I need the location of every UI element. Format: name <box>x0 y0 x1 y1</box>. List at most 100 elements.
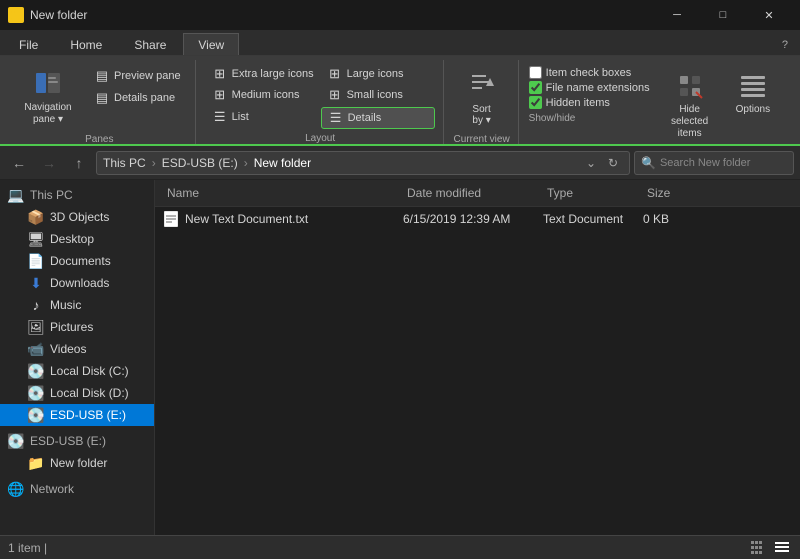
list-label: List <box>232 111 249 123</box>
options-button[interactable]: Options <box>730 66 776 144</box>
sidebar-item-this-pc[interactable]: 💻 This PC <box>0 184 154 206</box>
details-button[interactable]: ☰ Details <box>321 107 435 129</box>
status-bar: 1 item | <box>0 535 800 559</box>
file-name-extensions-row[interactable]: File name extensions <box>529 81 650 94</box>
hide-selected-items-icon <box>674 70 706 102</box>
breadcrumb-sep-2: › <box>244 156 248 170</box>
maximize-button[interactable]: □ <box>700 0 746 30</box>
esd-usb-e-label: ESD-USB (E:) <box>50 408 126 422</box>
address-bar[interactable]: This PC › ESD-USB (E:) › New folder ⌄ ↻ <box>96 151 630 175</box>
address-refresh-icon[interactable]: ↻ <box>603 153 623 173</box>
documents-label: Documents <box>50 254 111 268</box>
hide-selected-items-button[interactable]: Hide selected items <box>654 66 726 144</box>
details-view-button[interactable] <box>772 538 792 558</box>
preview-pane-button[interactable]: ▤ Preview pane <box>88 66 187 86</box>
column-type[interactable]: Type <box>543 184 643 202</box>
sidebar-item-network[interactable]: 🌐 Network <box>0 478 154 500</box>
hidden-items-checkbox[interactable] <box>529 96 542 109</box>
file-name-extensions-checkbox[interactable] <box>529 81 542 94</box>
list-icon: ☰ <box>212 109 228 125</box>
column-name[interactable]: Name <box>163 184 403 202</box>
desktop-icon: 🖥 <box>28 231 44 247</box>
small-icons-icon: ⊞ <box>327 87 343 103</box>
list-button[interactable]: ☰ List <box>206 107 320 127</box>
current-view-group-label: Current view <box>454 134 510 145</box>
small-icons-button[interactable]: ⊞ Small icons <box>321 85 435 105</box>
list-view-button[interactable] <box>748 538 768 558</box>
help-icon[interactable]: ? <box>774 35 796 55</box>
videos-label: Videos <box>50 342 86 356</box>
show-hide-checkboxes: Item check boxes File name extensions Hi… <box>529 64 650 109</box>
column-size[interactable]: Size <box>643 184 703 202</box>
breadcrumb-sep-1: › <box>152 156 156 170</box>
this-pc-label: This PC <box>30 188 73 202</box>
large-icons-button[interactable]: ⊞ Large icons <box>321 64 435 84</box>
tab-view[interactable]: View <box>183 33 239 55</box>
navigation-pane-button[interactable]: Navigation pane ▾ <box>12 64 84 130</box>
sidebar-item-downloads[interactable]: ⬇ Downloads <box>0 272 154 294</box>
medium-icons-button[interactable]: ⊞ Medium icons <box>206 85 320 105</box>
details-icon: ☰ <box>328 110 344 126</box>
preview-pane-label: Preview pane <box>114 70 181 82</box>
videos-icon: 📹 <box>28 341 44 357</box>
ribbon-view: Navigation pane ▾ ▤ Preview pane ▤ Detai… <box>0 56 800 146</box>
file-row-new-text-document[interactable]: New Text Document.txt 6/15/2019 12:39 AM… <box>155 207 800 232</box>
window-icon <box>8 7 24 23</box>
tab-share[interactable]: Share <box>119 33 181 55</box>
navigation-pane-icon <box>32 68 64 100</box>
panes-content: Navigation pane ▾ ▤ Preview pane ▤ Detai… <box>12 64 187 130</box>
esd-usb-section-icon: 💽 <box>8 433 24 449</box>
layout-group-label: Layout <box>305 133 335 144</box>
ribbon-group-show-hide: Item check boxes File name extensions Hi… <box>521 60 784 144</box>
3d-objects-label: 3D Objects <box>50 210 109 224</box>
panes-small-buttons: ▤ Preview pane ▤ Details pane <box>88 64 187 108</box>
back-button[interactable]: ← <box>6 150 32 176</box>
details-pane-icon: ▤ <box>94 90 110 106</box>
column-date-modified[interactable]: Date modified <box>403 184 543 202</box>
item-count: 1 item <box>8 541 41 555</box>
small-icons-label: Small icons <box>347 89 403 101</box>
file-date-cell: 6/15/2019 12:39 AM <box>403 212 543 226</box>
current-view-content: Sortby ▾ <box>460 64 504 130</box>
address-dropdown-icon[interactable]: ⌄ <box>581 153 601 173</box>
sidebar-item-pictures[interactable]: 🖼 Pictures <box>0 316 154 338</box>
sidebar-item-videos[interactable]: 📹 Videos <box>0 338 154 360</box>
close-button[interactable]: ✕ <box>746 0 792 30</box>
sidebar-item-desktop[interactable]: 🖥 Desktop <box>0 228 154 250</box>
status-view-controls <box>748 538 792 558</box>
medium-icons-label: Medium icons <box>232 89 300 101</box>
tab-home[interactable]: Home <box>55 33 117 55</box>
details-pane-button[interactable]: ▤ Details pane <box>88 88 187 108</box>
sidebar-item-local-disk-c[interactable]: 💽 Local Disk (C:) <box>0 360 154 382</box>
sidebar-item-3d-objects[interactable]: 📦 3D Objects <box>0 206 154 228</box>
panes-group-label: Panes <box>85 134 113 145</box>
sidebar-item-new-folder[interactable]: 📁 New folder <box>0 452 154 474</box>
sidebar-item-local-disk-d[interactable]: 💽 Local Disk (D:) <box>0 382 154 404</box>
file-name-cell: New Text Document.txt <box>163 211 403 227</box>
search-placeholder: Search New folder <box>660 157 751 169</box>
local-disk-c-label: Local Disk (C:) <box>50 364 129 378</box>
extra-large-icons-button[interactable]: ⊞ Extra large icons <box>206 64 320 84</box>
breadcrumb-this-pc[interactable]: This PC <box>103 156 146 170</box>
hidden-items-label: Hidden items <box>546 97 610 109</box>
item-check-boxes-checkbox[interactable] <box>529 66 542 79</box>
file-area: Name Date modified Type Size New Text Do… <box>155 180 800 535</box>
tab-file[interactable]: File <box>4 33 53 55</box>
minimize-button[interactable]: ─ <box>654 0 700 30</box>
up-button[interactable]: ↑ <box>66 150 92 176</box>
file-name: New Text Document.txt <box>185 212 308 226</box>
sidebar-item-documents[interactable]: 📄 Documents <box>0 250 154 272</box>
sidebar-item-music[interactable]: ♪ Music <box>0 294 154 316</box>
sidebar-item-esd-usb-section[interactable]: 💽 ESD-USB (E:) <box>0 430 154 452</box>
sidebar-item-esd-usb-e[interactable]: 💽 ESD-USB (E:) <box>0 404 154 426</box>
search-bar[interactable]: 🔍 Search New folder <box>634 151 794 175</box>
file-name-extensions-label: File name extensions <box>546 82 650 94</box>
sort-by-button[interactable]: Sortby ▾ <box>460 64 504 130</box>
esd-usb-section-label: ESD-USB (E:) <box>30 434 106 448</box>
breadcrumb-new-folder[interactable]: New folder <box>254 156 311 170</box>
hidden-items-row[interactable]: Hidden items <box>529 96 650 109</box>
network-icon: 🌐 <box>8 481 24 497</box>
breadcrumb-esd-usb[interactable]: ESD-USB (E:) <box>162 156 238 170</box>
forward-button[interactable]: → <box>36 150 62 176</box>
item-check-boxes-row[interactable]: Item check boxes <box>529 66 650 79</box>
